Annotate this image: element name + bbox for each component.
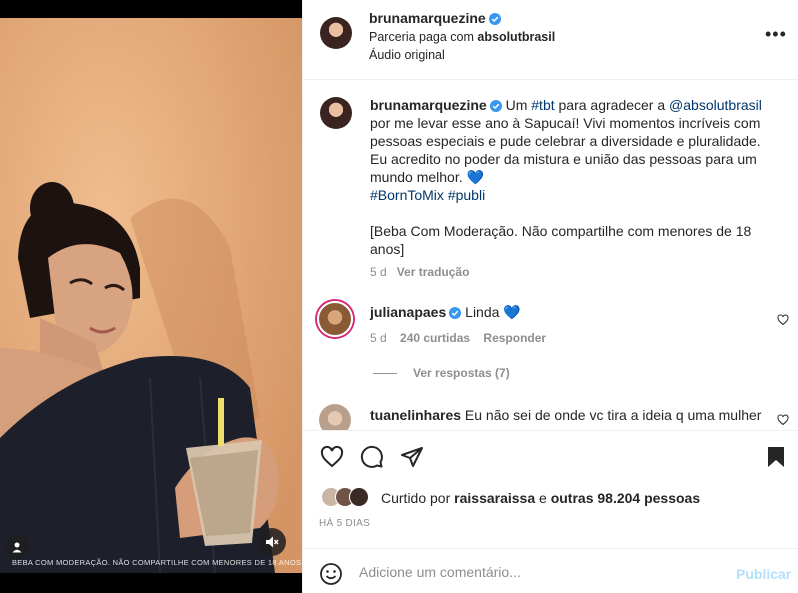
caption-age[interactable]: 5 d xyxy=(370,265,387,279)
translate-link[interactable]: Ver tradução xyxy=(397,265,470,279)
hashtag-tbt[interactable]: #tbt xyxy=(531,97,554,113)
verified-icon xyxy=(449,307,462,319)
comment-input[interactable] xyxy=(359,557,719,587)
comment-meta: 5 d 240 curtidas Responder xyxy=(370,331,546,345)
partner-link[interactable]: absolutbrasil xyxy=(477,30,555,44)
comment-like-icon[interactable] xyxy=(777,414,789,426)
caption-text: para agradecer a xyxy=(558,97,666,113)
send-icon[interactable] xyxy=(400,445,424,469)
hashtag-borntomix[interactable]: #BornToMix xyxy=(370,187,444,203)
comment-like-icon[interactable] xyxy=(777,314,789,326)
blue-heart-emoji: 💙 xyxy=(466,169,484,185)
comment-username[interactable]: tuanelinhares xyxy=(370,407,461,423)
caption-disclaimer: [Beba Com Moderação. Não compartilhe com… xyxy=(370,223,752,257)
more-options-icon[interactable]: ••• xyxy=(765,24,787,45)
caption-avatar[interactable] xyxy=(320,97,352,129)
liked-by: Curtido por raissaraissa e outras 98.204… xyxy=(381,490,701,506)
likes-count-link[interactable]: outras 98.204 pessoas xyxy=(551,490,700,506)
mute-button[interactable] xyxy=(258,528,286,556)
blue-heart-emoji: 💙 xyxy=(503,304,521,320)
reply-button[interactable]: Responder xyxy=(483,331,546,345)
view-replies-button[interactable]: Ver respostas (7) xyxy=(373,366,510,380)
post-photo[interactable] xyxy=(0,18,302,573)
caption-text: Um xyxy=(505,97,528,113)
post-details: brunamarquezine Parceria paga com absolu… xyxy=(302,0,798,593)
heart-icon[interactable] xyxy=(320,445,344,469)
post-caption: brunamarquezine Um #tbt para agradecer a… xyxy=(370,96,780,258)
photo-illustration xyxy=(0,18,302,573)
comment-body: Linda xyxy=(465,304,500,320)
comment-age[interactable]: 5 d xyxy=(370,331,387,345)
user-icon xyxy=(12,542,22,553)
post-date[interactable]: HÁ 5 DIAS xyxy=(319,518,370,529)
smiley-icon[interactable] xyxy=(319,562,343,586)
hashtag-publi[interactable]: #publi xyxy=(448,187,485,203)
bookmark-icon[interactable] xyxy=(765,445,787,469)
comment-avatar[interactable] xyxy=(319,404,351,430)
comment-username[interactable]: julianapaes xyxy=(370,304,446,320)
comment-icon[interactable] xyxy=(360,445,384,469)
speaker-muted-icon xyxy=(266,536,279,548)
post-dialog: BEBA COM MODERAÇÃO. NÃO COMPARTILHE COM … xyxy=(0,0,798,593)
comment-composer: Publicar xyxy=(303,548,798,593)
caption-username[interactable]: brunamarquezine xyxy=(370,97,487,113)
author-avatar[interactable] xyxy=(320,17,352,49)
comment-body: Eu não sei de onde vc tira a ideia q uma… xyxy=(464,407,762,423)
media-disclaimer: BEBA COM MODERAÇÃO. NÃO COMPARTILHE COM … xyxy=(12,558,302,567)
audio-label[interactable]: Áudio original xyxy=(369,48,445,62)
publish-button[interactable]: Publicar xyxy=(736,566,791,582)
verified-icon xyxy=(488,13,501,25)
comment-text: tuanelinhares Eu não sei de onde vc tira… xyxy=(370,407,761,423)
caption-text: por me levar esse ano à Sapucaí! Vivi mo… xyxy=(370,115,761,185)
author-username[interactable]: brunamarquezine xyxy=(369,10,501,26)
comment-avatar[interactable] xyxy=(317,301,353,337)
caption-meta: 5 d Ver tradução xyxy=(370,265,469,279)
verified-icon xyxy=(489,100,502,112)
user-tag-button[interactable] xyxy=(5,535,29,559)
comments-scroll[interactable]: brunamarquezine Um #tbt para agradecer a… xyxy=(303,81,798,430)
comment-likes[interactable]: 240 curtidas xyxy=(400,331,470,345)
post-media[interactable]: BEBA COM MODERAÇÃO. NÃO COMPARTILHE COM … xyxy=(0,0,302,593)
post-header: brunamarquezine Parceria paga com absolu… xyxy=(303,0,798,80)
mention-link[interactable]: @absolutbrasil xyxy=(669,97,762,113)
paid-partnership: Parceria paga com absolutbrasil xyxy=(369,30,556,44)
comment-text: julianapaes Linda 💙 xyxy=(370,304,521,321)
liked-by-user-link[interactable]: raissaraissa xyxy=(454,490,535,506)
post-actions: Curtido por raissaraissa e outras 98.204… xyxy=(303,430,798,548)
